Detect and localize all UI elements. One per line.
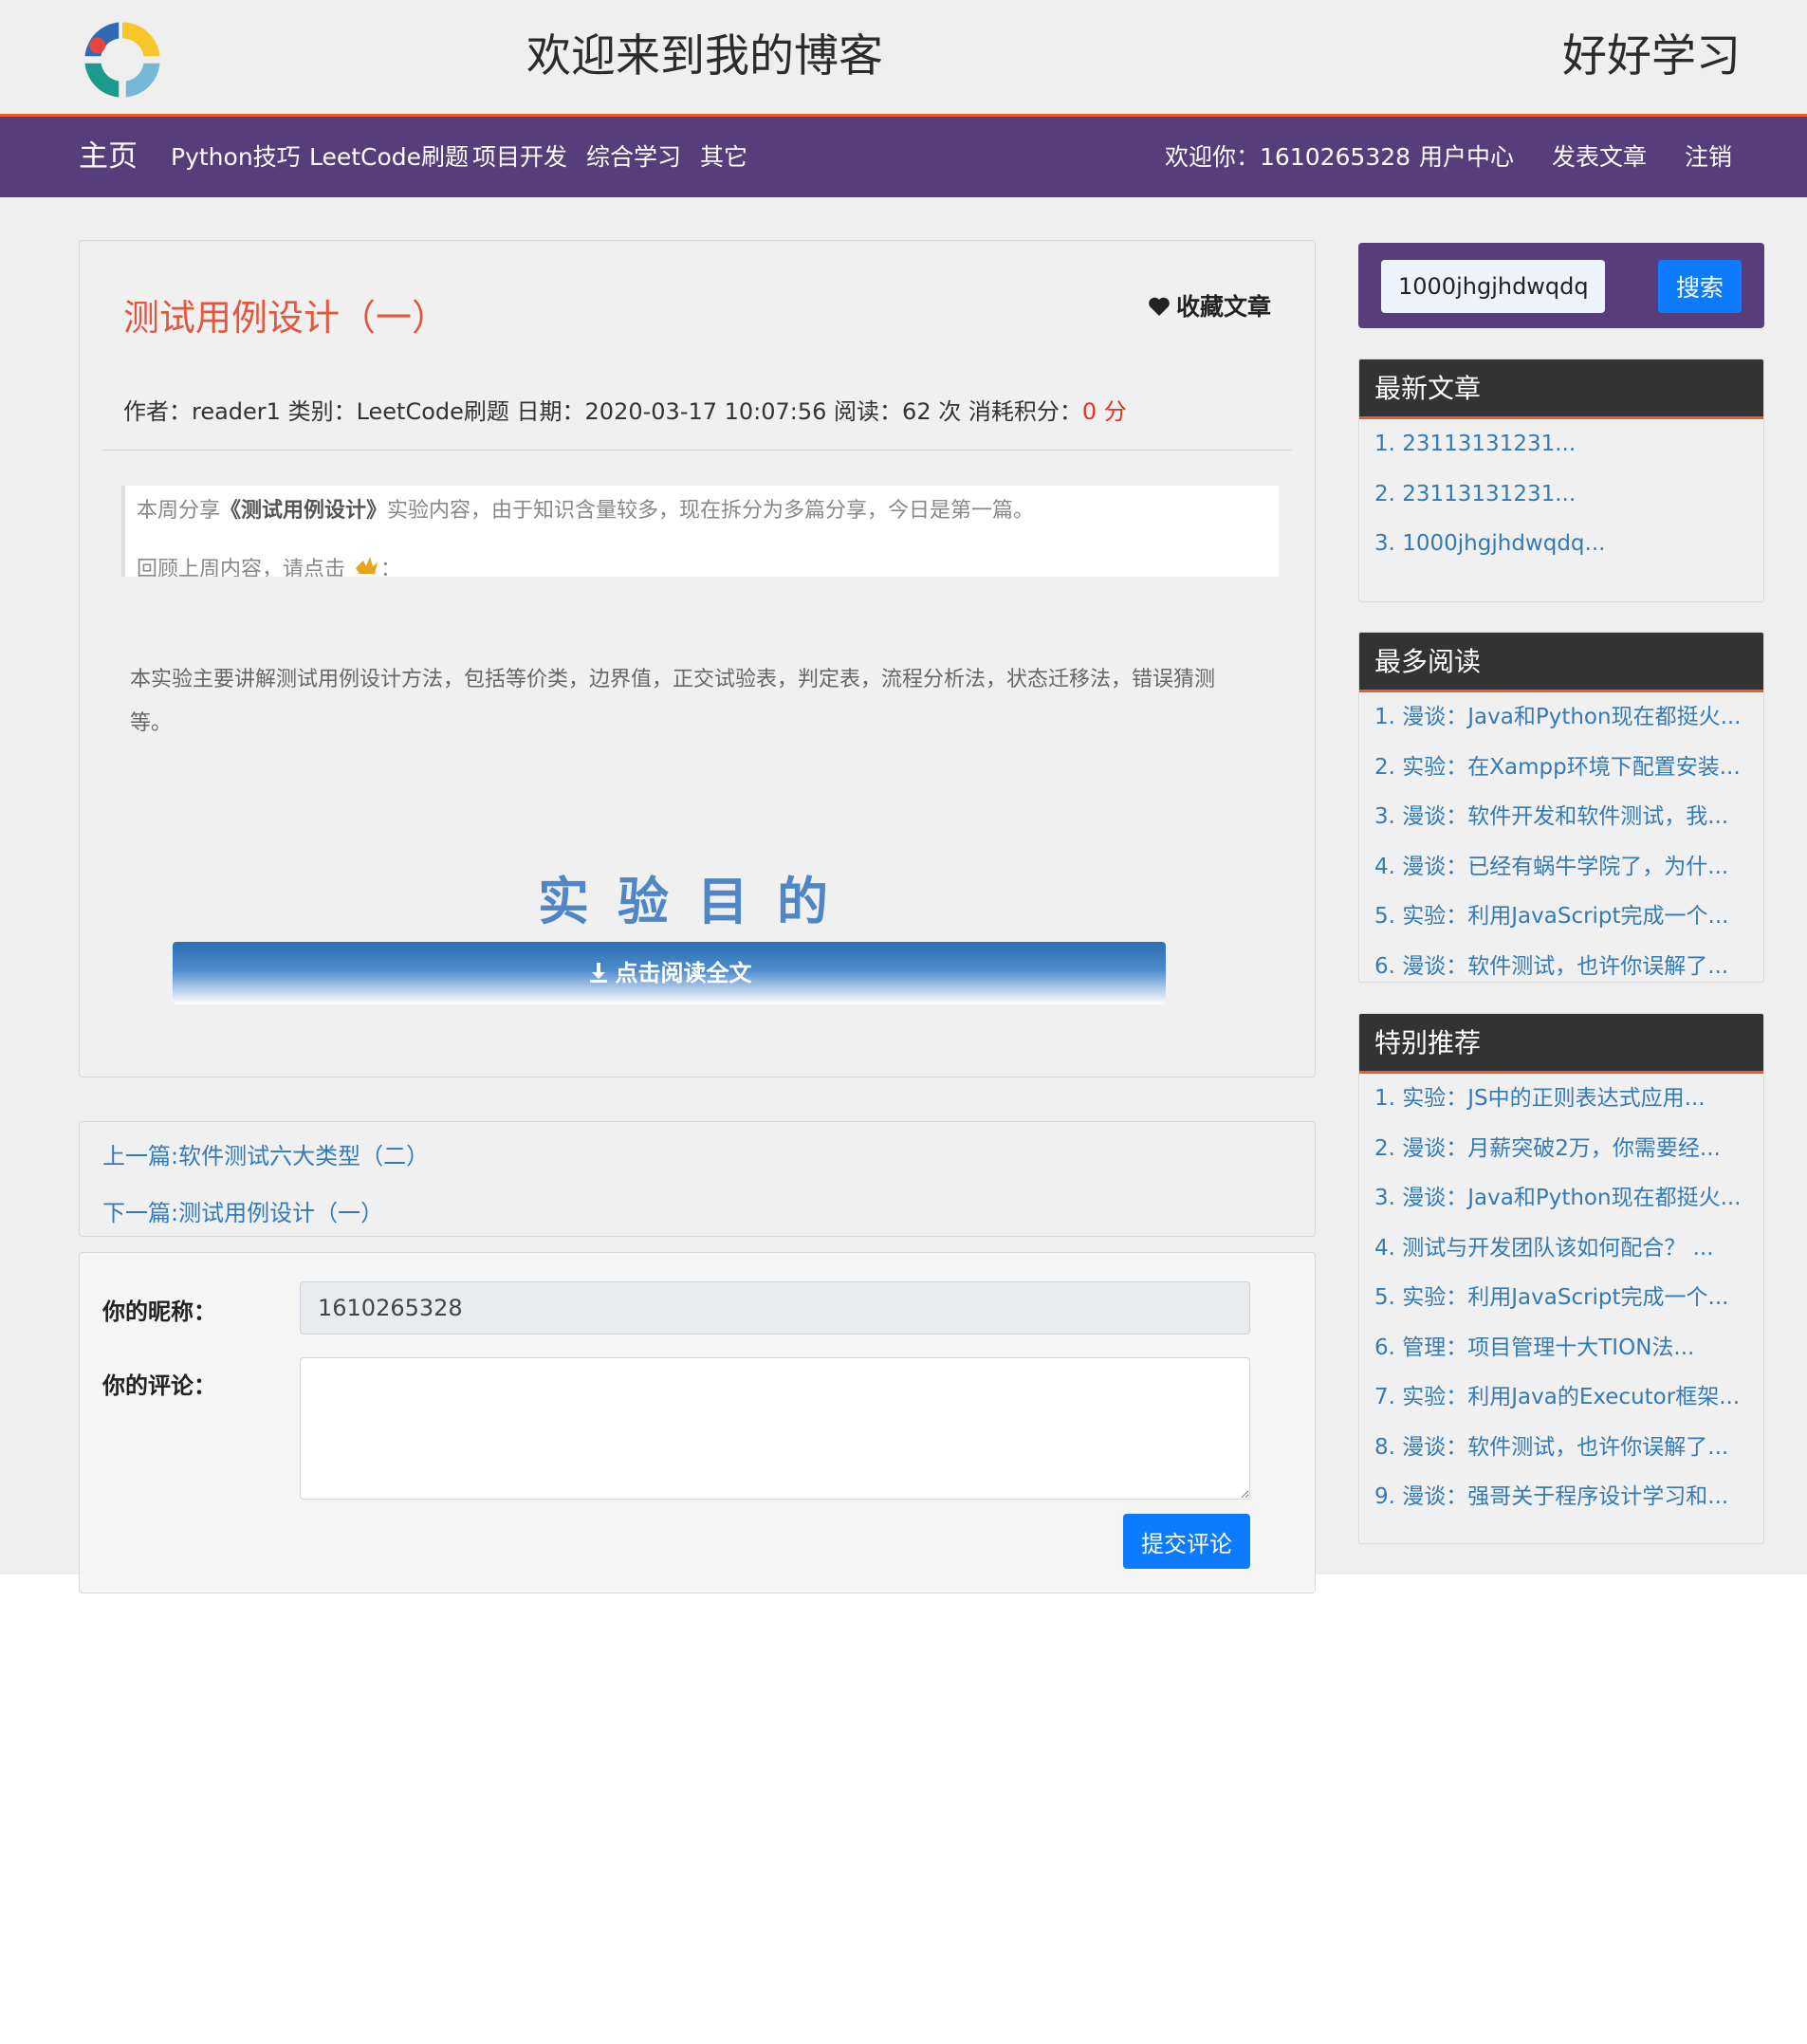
quote-line-2-text: 回顾上周内容，请点击 [137, 558, 346, 577]
quote-bold: 《测试用例设计》 [220, 499, 388, 523]
quote-line-2: 回顾上周内容，请点击 ： [137, 552, 401, 577]
section-heading: 实验目的 [538, 871, 857, 931]
meta-text: 作者：reader1 类别：LeetCode刷题 日期：2020-03-17 1… [123, 398, 1082, 425]
list-item[interactable]: 4. 漫谈：已经有蜗牛学院了，为什... [1359, 842, 1763, 893]
comment-label: 你的评论： [102, 1372, 216, 1399]
favorite-label: 收藏文章 [1175, 293, 1271, 321]
list-item[interactable]: 1. 漫谈：Java和Python现在都挺火... [1359, 692, 1763, 743]
list-item[interactable]: 3. 1000jhgjhdwqdq... [1359, 519, 1763, 569]
prev-article-link[interactable]: 上一篇:软件测试六大类型（二） [102, 1137, 429, 1170]
nickname-label: 你的昵称： [102, 1298, 216, 1325]
list-item[interactable]: 8. 漫谈：软件测试，也许你误解了... [1359, 1423, 1763, 1473]
recommended-panel: 特别推荐 1. 实验：JS中的正则表达式应用... 2. 漫谈：月薪突破2万，你… [1358, 1013, 1764, 1544]
meta-divider [102, 450, 1292, 451]
recommended-title: 特别推荐 [1359, 1014, 1763, 1074]
list-item[interactable]: 3. 漫谈：软件开发和软件测试，我... [1359, 792, 1763, 842]
page: 欢迎来到我的博客 好好学习 主页 Python技巧 LeetCode刷题 项目开… [0, 0, 1807, 1593]
top-header: 欢迎来到我的博客 好好学习 [0, 0, 1807, 114]
list-item[interactable]: 5. 实验：利用JavaScript完成一个... [1359, 892, 1763, 942]
next-article-link[interactable]: 下一篇:测试用例设计（一） [102, 1194, 383, 1227]
list-item[interactable]: 3. 漫谈：Java和Python现在都挺火... [1359, 1173, 1763, 1224]
list-item[interactable]: 6. 漫谈：软件测试，也许你误解了... [1359, 942, 1763, 983]
nav-leetcode[interactable]: LeetCode刷题 [309, 117, 469, 197]
site-title: 欢迎来到我的博客 [526, 30, 883, 83]
list-item[interactable]: 5. 实验：利用JavaScript完成一个... [1359, 1273, 1763, 1323]
article-title: 测试用例设计（一） [123, 297, 449, 339]
article-meta: 作者：reader1 类别：LeetCode刷题 日期：2020-03-17 1… [123, 393, 1127, 426]
submit-comment-button[interactable]: 提交评论 [1123, 1514, 1250, 1569]
quote-prefix: 本周分享 [137, 499, 221, 523]
read-all-label: 点击阅读全文 [615, 960, 752, 986]
list-item[interactable]: 6. 管理：项目管理十大TION法... [1359, 1323, 1763, 1373]
nav-python-tips[interactable]: Python技巧 [171, 117, 301, 197]
quote-suffix: 实验内容，由于知识含量较多，现在拆分为多篇分享，今日是第一篇。 [387, 499, 1035, 523]
nav-post-article[interactable]: 发表文章 [1552, 117, 1647, 197]
list-item[interactable]: 2. 23113131231... [1359, 470, 1763, 520]
comment-form: 你的昵称： 你的评论： 提交评论 [79, 1252, 1316, 1593]
nav-projects[interactable]: 项目开发 [472, 117, 567, 197]
nav-other[interactable]: 其它 [700, 117, 747, 197]
list-item[interactable]: 4. 测试与开发团队该如何配合？ ... [1359, 1224, 1763, 1274]
site-slogan: 好好学习 [1562, 30, 1741, 83]
search-input[interactable] [1381, 260, 1605, 313]
intro-quote: 本周分享《测试用例设计》实验内容，由于知识含量较多，现在拆分为多篇分享，今日是第… [121, 486, 1279, 577]
nickname-field[interactable] [300, 1281, 1250, 1335]
latest-articles-panel: 最新文章 1. 23113131231... 2. 23113131231...… [1358, 359, 1764, 602]
nav-user-center[interactable]: 用户中心 [1419, 117, 1514, 197]
search-box: 搜索 [1358, 243, 1764, 328]
article-card: 测试用例设计（一） 收藏文章 作者：reader1 类别：LeetCode刷题 … [79, 240, 1316, 1077]
article-pager: 上一篇:软件测试六大类型（二） 下一篇:测试用例设计（一） [79, 1121, 1316, 1237]
quote-line-1: 本周分享《测试用例设计》实验内容，由于知识含量较多，现在拆分为多篇分享，今日是第… [137, 493, 1034, 524]
meta-cost: 0 分 [1081, 398, 1127, 425]
list-item[interactable]: 7. 实验：利用Java的Executor框架... [1359, 1372, 1763, 1423]
search-button[interactable]: 搜索 [1658, 260, 1742, 313]
pointing-hand-icon [356, 557, 378, 574]
list-item[interactable]: 9. 漫谈：强哥关于程序设计学习和... [1359, 1472, 1763, 1522]
heart-icon [1149, 297, 1170, 316]
list-item[interactable]: 1. 实验：JS中的正则表达式应用... [1359, 1074, 1763, 1124]
list-item[interactable]: 2. 实验：在Xampp环境下配置安装... [1359, 743, 1763, 793]
nav-home[interactable]: 主页 [79, 117, 138, 197]
logo[interactable] [78, 15, 167, 104]
quote-line-2-end: ： [380, 558, 402, 577]
most-read-title: 最多阅读 [1359, 633, 1763, 692]
most-read-panel: 最多阅读 1. 漫谈：Java和Python现在都挺火... 2. 实验：在Xa… [1358, 632, 1764, 983]
latest-articles-title: 最新文章 [1359, 359, 1763, 419]
download-icon [589, 963, 607, 983]
nav-welcome-user[interactable]: 欢迎你：1610265328 [1165, 117, 1411, 197]
list-item[interactable]: 2. 漫谈：月薪突破2万，你需要经... [1359, 1124, 1763, 1174]
favorite-button[interactable]: 收藏文章 [1148, 288, 1271, 322]
list-item[interactable]: 1. 23113131231... [1359, 419, 1763, 470]
nav-logout[interactable]: 注销 [1685, 117, 1732, 197]
nav-study[interactable]: 综合学习 [586, 117, 681, 197]
main-navbar: 主页 Python技巧 LeetCode刷题 项目开发 综合学习 其它 欢迎你：… [0, 114, 1807, 197]
comment-textarea[interactable] [300, 1357, 1250, 1500]
read-all-button[interactable]: 点击阅读全文 [173, 942, 1166, 1004]
article-intro: 本实验主要讲解测试用例设计方法，包括等价类，边界值，正交试验表，判定表，流程分析… [130, 668, 1216, 735]
